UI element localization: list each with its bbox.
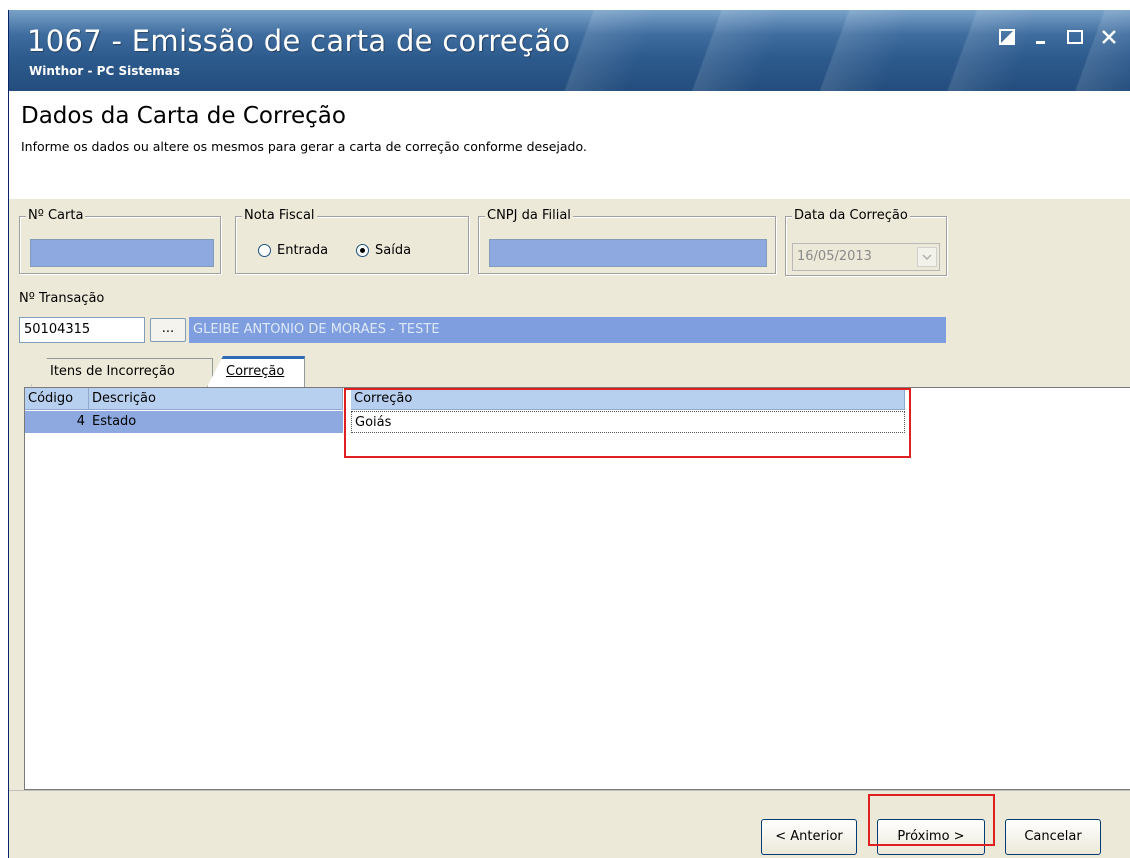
chevron-down-icon[interactable] — [917, 247, 937, 267]
cell-descricao: Estado — [92, 414, 137, 429]
tab-correcao-label: Correção — [226, 364, 285, 379]
maximize-icon[interactable] — [1062, 24, 1088, 50]
window-controls — [994, 24, 1122, 50]
radio-entrada-icon[interactable] — [258, 244, 271, 257]
data-correcao-value: 16/05/2013 — [797, 249, 872, 264]
num-carta-input[interactable] — [30, 239, 214, 267]
close-icon[interactable] — [1096, 24, 1122, 50]
anterior-label: < Anterior — [775, 829, 843, 844]
window-subtitle: Winthor - PC Sistemas — [29, 64, 180, 78]
page-header: Dados da Carta de Correção Informe os da… — [9, 91, 1130, 199]
column-header-descricao[interactable]: Descrição — [89, 388, 343, 410]
radio-entrada-label: Entrada — [277, 243, 329, 258]
cancelar-button[interactable]: Cancelar — [1005, 819, 1101, 855]
title-bar[interactable]: 1067 - Emissão de carta de correção Wint… — [9, 10, 1130, 91]
transacao-label: Nº Transação — [19, 291, 105, 306]
cnpj-label: CNPJ da Filial — [485, 208, 573, 223]
tab-itens-incorrecao[interactable]: Itens de Incorreção — [31, 358, 213, 386]
radio-saida-icon[interactable] — [356, 244, 369, 257]
highlight-correcao — [344, 388, 911, 458]
num-carta-group: Nº Carta — [19, 208, 221, 274]
tab-correcao[interactable]: Correção — [207, 356, 305, 387]
main-window: 1067 - Emissão de carta de correção Wint… — [8, 10, 1130, 858]
client-name-field: GLEIBE ANTONIO DE MORAES - TESTE — [189, 317, 946, 343]
nota-fiscal-group: Nota Fiscal Entrada Saída — [235, 208, 469, 274]
page-title: Dados da Carta de Correção — [21, 103, 346, 129]
anterior-button[interactable]: < Anterior — [761, 819, 857, 855]
cnpj-group: CNPJ da Filial — [478, 208, 776, 274]
radio-saida[interactable]: Saída — [356, 243, 411, 258]
window-title: 1067 - Emissão de carta de correção — [27, 24, 571, 58]
radio-entrada[interactable]: Entrada — [258, 243, 328, 258]
cnpj-input[interactable] — [489, 239, 767, 267]
table-row[interactable]: 4 Estado — [25, 411, 343, 433]
search-transacao-button[interactable]: ... — [150, 318, 186, 342]
highlight-proximo — [868, 794, 995, 846]
restore-icon[interactable] — [994, 24, 1020, 50]
cancelar-label: Cancelar — [1024, 829, 1082, 844]
cell-codigo: 4 — [76, 414, 85, 429]
data-correcao-label: Data da Correção — [792, 208, 910, 223]
page-description: Informe os dados ou altere os mesmos par… — [21, 139, 587, 154]
data-correcao-select[interactable]: 16/05/2013 — [792, 243, 940, 271]
nota-fiscal-label: Nota Fiscal — [242, 208, 317, 223]
minimize-icon[interactable] — [1028, 24, 1054, 50]
data-correcao-group: Data da Correção 16/05/2013 — [785, 208, 947, 276]
transacao-input[interactable]: 50104315 — [19, 317, 145, 343]
radio-saida-label: Saída — [375, 243, 412, 258]
column-header-codigo[interactable]: Código — [25, 388, 89, 410]
num-carta-label: Nº Carta — [26, 208, 86, 223]
tab-itens-incorrecao-label: Itens de Incorreção — [50, 364, 175, 379]
